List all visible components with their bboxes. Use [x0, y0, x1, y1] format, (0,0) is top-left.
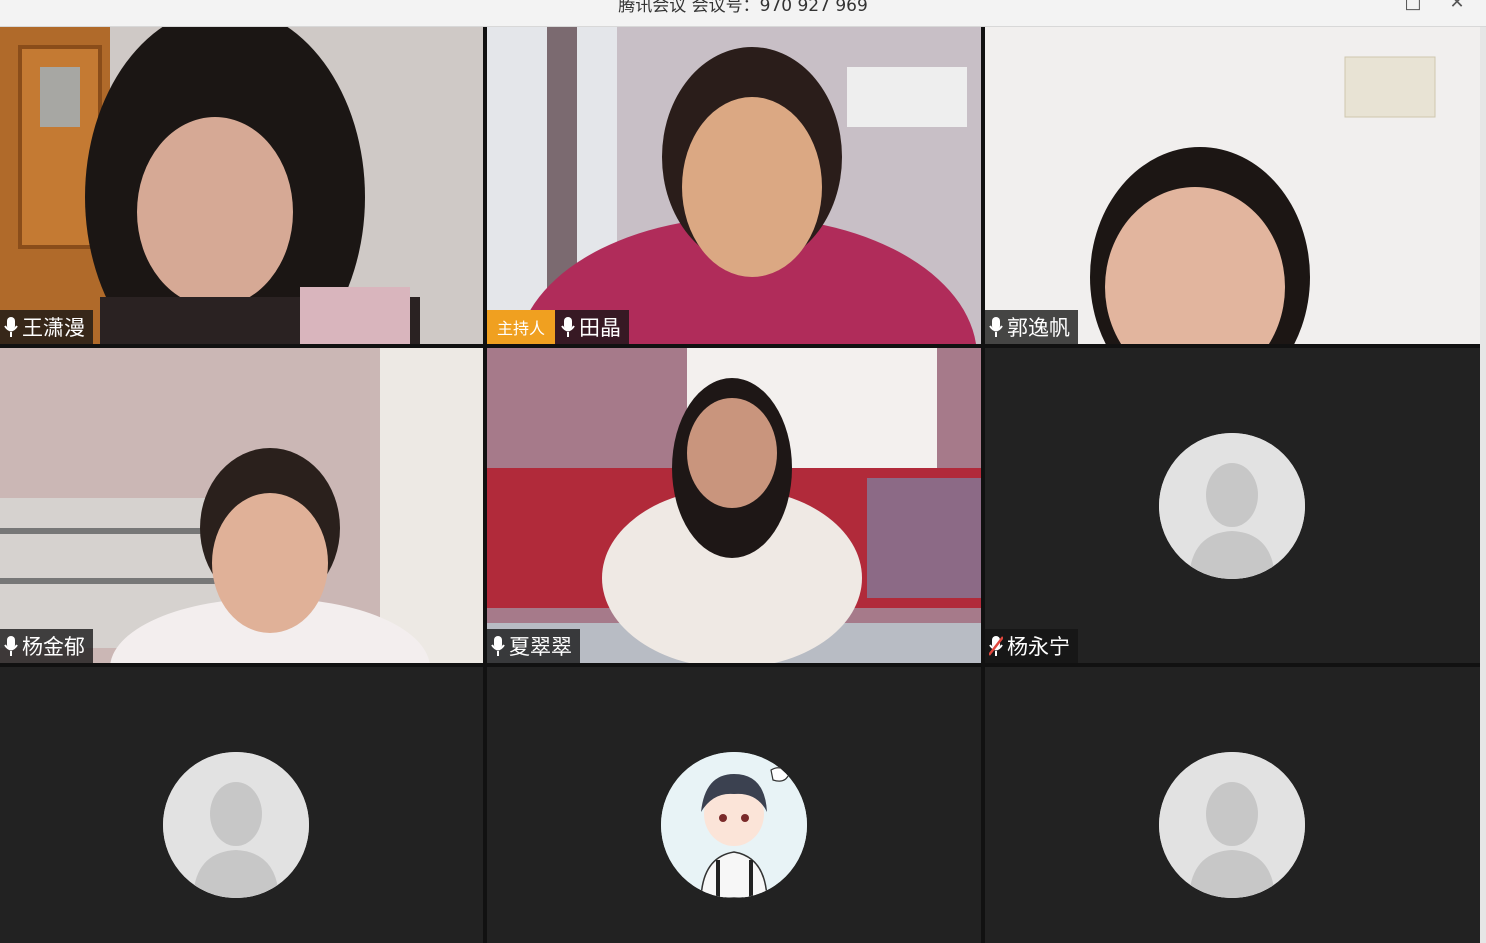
participant-name-tag: 主持人 田晶 — [487, 310, 630, 344]
participant-tile-9[interactable] — [985, 667, 1480, 943]
participant-video-4 — [0, 348, 483, 663]
window-titlebar: 腾讯会议 会议号：970 927 969 □ ✕ — [0, 0, 1486, 27]
anime-avatar — [661, 752, 807, 898]
microphone-icon — [989, 317, 1003, 337]
participant-tile-2[interactable]: 主持人 田晶 — [487, 27, 981, 344]
microphone-muted-icon — [989, 636, 1003, 656]
participant-tile-8[interactable] — [487, 667, 981, 943]
participant-name: 王潇漫 — [22, 316, 85, 340]
participant-name: 郭逸帆 — [1007, 316, 1070, 340]
window-title: 腾讯会议 会议号：970 927 969 — [618, 0, 868, 16]
microphone-icon — [491, 636, 505, 656]
participant-name-tag: 杨永宁 — [985, 629, 1078, 663]
window-right-edge — [1480, 27, 1486, 943]
participant-tile-6[interactable]: 杨永宁 — [985, 348, 1480, 663]
participant-name: 杨金郁 — [22, 635, 85, 659]
microphone-icon — [4, 636, 18, 656]
default-avatar-icon — [1159, 752, 1305, 898]
participant-name: 杨永宁 — [1007, 635, 1070, 659]
participant-tile-1[interactable]: 王潇漫 — [0, 27, 483, 344]
participant-tile-3[interactable]: 郭逸帆 — [985, 27, 1480, 344]
participant-video-1 — [0, 27, 483, 344]
microphone-icon — [561, 317, 575, 337]
video-grid: 王潇漫 主持人 田晶 郭逸帆 杨金郁 夏翠翠 杨永宁 — [0, 27, 1480, 943]
host-badge: 主持人 — [487, 310, 556, 344]
close-icon[interactable]: ✕ — [1446, 0, 1468, 12]
default-avatar-icon — [1159, 433, 1305, 579]
participant-tile-5[interactable]: 夏翠翠 — [487, 348, 981, 663]
participant-tile-4[interactable]: 杨金郁 — [0, 348, 483, 663]
participant-video-2 — [487, 27, 981, 344]
participant-name-tag: 王潇漫 — [0, 310, 93, 344]
microphone-icon — [4, 317, 18, 337]
participant-video-5 — [487, 348, 981, 663]
participant-name-tag: 郭逸帆 — [985, 310, 1078, 344]
participant-name: 田晶 — [579, 316, 622, 340]
participant-name-tag: 杨金郁 — [0, 629, 93, 663]
participant-video-3 — [985, 27, 1480, 344]
participant-tile-7[interactable] — [0, 667, 483, 943]
default-avatar-icon — [163, 752, 309, 898]
restore-icon[interactable]: □ — [1402, 0, 1424, 12]
participant-name: 夏翠翠 — [509, 635, 572, 659]
participant-name-tag: 夏翠翠 — [487, 629, 580, 663]
